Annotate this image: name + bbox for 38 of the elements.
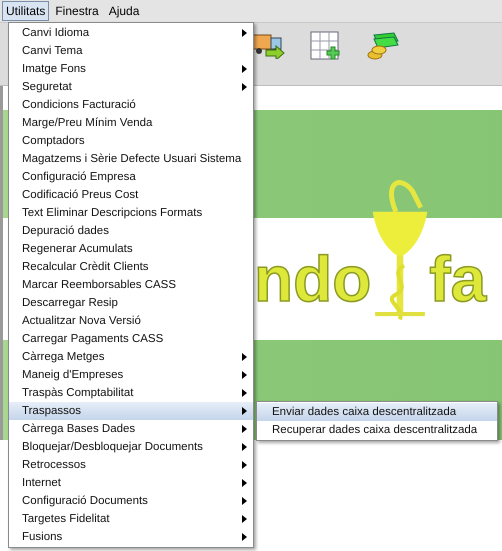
menu-item[interactable]: Magatzems i Sèrie Defecte Usuari Sistema bbox=[9, 150, 253, 168]
menu-item[interactable]: Marge/Preu Mínim Venda bbox=[9, 114, 253, 132]
menu-item[interactable]: Internet bbox=[9, 474, 253, 492]
menu-item[interactable]: Recalcular Crèdit Clients bbox=[9, 258, 253, 276]
menubar-item[interactable]: Finestra bbox=[51, 1, 103, 21]
menu-item[interactable]: Traspàs Comptabilitat bbox=[9, 384, 253, 402]
menu-item[interactable]: Codificació Preus Cost bbox=[9, 186, 253, 204]
menu-item[interactable]: Descarregar Resip bbox=[9, 294, 253, 312]
menubar-item[interactable]: Utilitats bbox=[2, 1, 50, 21]
logo-text: fa bbox=[429, 247, 486, 311]
menu-item[interactable]: Canvi Tema bbox=[9, 42, 253, 60]
menu-item[interactable]: Condicions Facturació bbox=[9, 96, 253, 114]
grid-plus-icon[interactable] bbox=[310, 31, 342, 61]
money-icon[interactable] bbox=[366, 31, 400, 61]
menu-item[interactable]: Retrocessos bbox=[9, 456, 253, 474]
submenu-item[interactable]: Enviar dades caixa descentralitzada bbox=[257, 403, 497, 421]
menu-item[interactable]: Càrrega Bases Dades bbox=[9, 420, 253, 438]
menu-item[interactable]: Fusions bbox=[9, 528, 253, 546]
menu-item[interactable]: Marcar Reemborsables CASS bbox=[9, 276, 253, 294]
menu-item[interactable]: Configuració Empresa bbox=[9, 168, 253, 186]
menu-item[interactable]: Actualitzar Nova Versió bbox=[9, 312, 253, 330]
menu-item[interactable]: Canvi Idioma bbox=[9, 24, 253, 42]
menu-item[interactable]: Càrrega Metges bbox=[9, 348, 253, 366]
menu-item[interactable]: Depuració dades bbox=[9, 222, 253, 240]
menu-item[interactable]: Text Eliminar Descripcions Formats bbox=[9, 204, 253, 222]
submenu-item[interactable]: Recuperar dades caixa descentralitzada bbox=[257, 421, 497, 439]
menu-item[interactable]: Comptadors bbox=[9, 132, 253, 150]
menu-item[interactable]: Maneig d'Empreses bbox=[9, 366, 253, 384]
menubar-item[interactable]: Ajuda bbox=[104, 1, 144, 21]
menu-item[interactable]: Targetes Fidelitat bbox=[9, 510, 253, 528]
menu-item[interactable]: Seguretat bbox=[9, 78, 253, 96]
menu-item[interactable]: Regenerar Acumulats bbox=[9, 240, 253, 258]
menu-item[interactable]: Bloquejar/Desbloquejar Documents bbox=[9, 438, 253, 456]
menu-item[interactable]: Imatge Fons bbox=[9, 60, 253, 78]
menu-item[interactable]: Traspassos bbox=[9, 402, 253, 420]
menu-item[interactable]: Carregar Pagaments CASS bbox=[9, 330, 253, 348]
logo-text: ndo bbox=[254, 247, 372, 311]
menu-item[interactable]: Configuració Documents bbox=[9, 492, 253, 510]
